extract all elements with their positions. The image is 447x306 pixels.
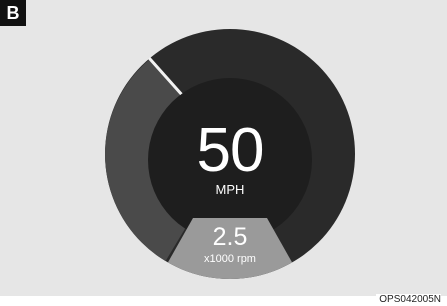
speed-unit: MPH — [215, 182, 245, 197]
figure-code: OPS042005N — [376, 294, 441, 306]
figure: B 50 MPH 2.5 x1000 rpm OPS042005N — [0, 0, 447, 306]
rpm-unit: x1000 rpm — [204, 253, 256, 265]
speed-value: 50 — [196, 116, 265, 185]
rpm-value: 2.5 — [212, 223, 248, 251]
